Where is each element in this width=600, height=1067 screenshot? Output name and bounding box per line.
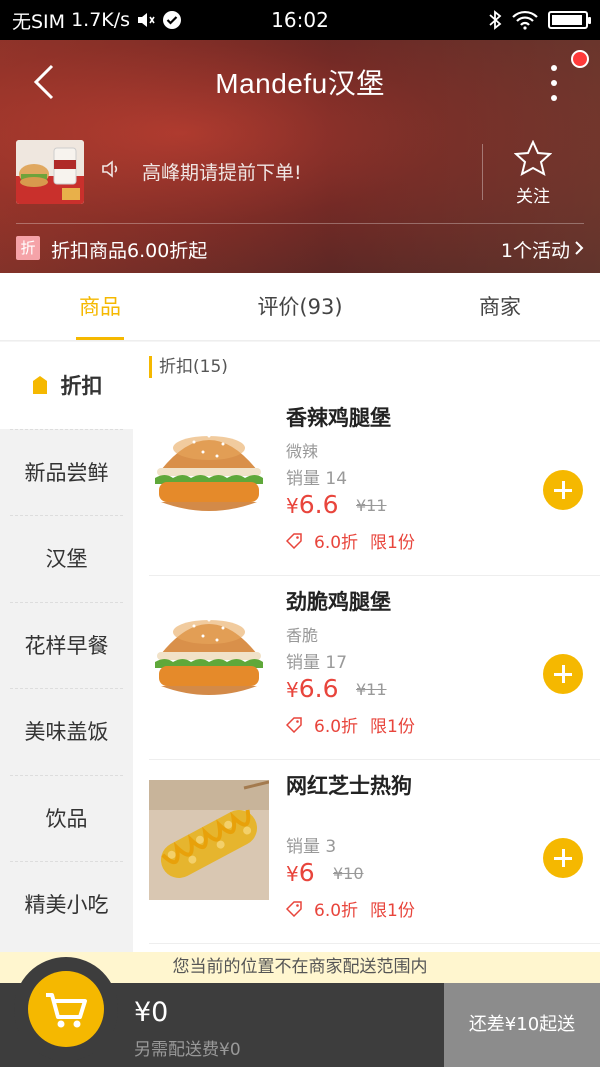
sidebar-item-label: 精美小吃	[24, 893, 109, 918]
store-notice: 高峰期请提前下单!	[142, 162, 302, 184]
product-discount: 6.0折	[314, 533, 359, 553]
product-original-price: ¥11	[356, 680, 387, 699]
product-image	[149, 412, 269, 532]
promo-text: 折扣商品6.00折起	[51, 240, 208, 262]
status-right	[488, 10, 591, 30]
tab-merchant[interactable]: 商家	[400, 273, 600, 340]
category-sidebar: 折扣 新品尝鲜 汉堡 花样早餐 美味盖饭 饮品 精美小吃	[0, 342, 133, 952]
sidebar-item-label: 折扣	[60, 374, 103, 399]
follow-button[interactable]: 关注	[500, 139, 566, 207]
sidebar-item-drinks[interactable]: 饮品	[0, 774, 133, 862]
store-info-row: 高峰期请提前下单! 关注	[0, 136, 600, 216]
category-header: 折扣(15)	[149, 356, 228, 378]
product-original-price: ¥11	[356, 496, 387, 515]
promo-row[interactable]: 折 折扣商品6.00折起 1个活动	[0, 232, 600, 266]
tag-icon	[32, 376, 47, 395]
product-price: ¥6	[286, 858, 315, 887]
product-tags: 6.0折 限1份	[286, 896, 415, 921]
carrier-label: 无SIM	[12, 10, 66, 33]
sidebar-item-breakfast[interactable]: 花样早餐	[0, 601, 133, 689]
product-subtitle: 微辣	[286, 442, 319, 461]
product-name: 劲脆鸡腿堡	[286, 590, 391, 614]
store-title: Mandefu汉堡	[215, 68, 385, 99]
tab-bar: 商品 评价(93) 商家	[0, 273, 600, 341]
sidebar-item-label: 饮品	[45, 806, 88, 831]
sidebar-item-rice[interactable]: 美味盖饭	[0, 688, 133, 775]
product-sales: 销量 3	[286, 837, 337, 857]
cart-bar: ¥0 另需配送费¥0 还差¥10起送	[0, 957, 600, 1067]
discount-badge: 折	[16, 236, 40, 260]
discount-tag-icon	[286, 532, 302, 549]
sidebar-item-label: 汉堡	[45, 547, 88, 572]
delivery-fee: 另需配送费¥0	[134, 1040, 241, 1060]
sidebar-item-burgers[interactable]: 汉堡	[0, 515, 133, 602]
product-subtitle: 香脆	[286, 626, 319, 645]
more-menu-icon[interactable]	[544, 60, 564, 106]
product-limit: 限1份	[370, 901, 415, 921]
star-icon	[513, 139, 553, 176]
product-discount: 6.0折	[314, 717, 359, 737]
nav-bar: Mandefu汉堡	[0, 40, 600, 124]
sidebar-item-new[interactable]: 新品尝鲜	[0, 428, 133, 516]
follow-label: 关注	[516, 187, 550, 207]
product-tags: 6.0折 限1份	[286, 712, 415, 737]
status-left: 无SIM 1.7K/s	[12, 7, 182, 34]
divider	[482, 144, 483, 200]
activity-link[interactable]: 1个活动	[501, 236, 570, 263]
wifi-icon	[512, 10, 538, 30]
sidebar-item-label: 花样早餐	[24, 633, 109, 658]
shopping-cart-icon	[46, 993, 87, 1028]
store-header: Mandefu汉堡 高峰期请提前下单! 关注 折 折扣商品6.00折起 1个活动	[0, 40, 600, 273]
product-item[interactable]: 劲脆鸡腿堡 香脆 销量 17 ¥6.6 ¥11 6.0折 限1份	[149, 576, 600, 760]
mute-icon	[138, 13, 155, 27]
bluetooth-icon	[489, 10, 502, 30]
discount-tag-icon	[286, 900, 302, 917]
notification-dot	[571, 50, 589, 68]
product-discount: 6.0折	[314, 901, 359, 921]
cart-icon-wrap	[28, 971, 104, 1047]
cart-total: ¥0	[134, 997, 169, 1028]
product-price: ¥6.6	[286, 674, 339, 703]
product-image	[149, 596, 269, 716]
status-bar: 无SIM 1.7K/s 16:02	[0, 0, 600, 40]
product-list: 折扣(15) 香辣鸡腿堡 微辣 销量 14 ¥6.6 ¥11 6.0折 限1份	[133, 342, 600, 952]
network-speed: 1.7K/s	[71, 9, 131, 31]
discount-tag-icon	[286, 716, 302, 733]
check-circle-icon	[163, 11, 182, 29]
sidebar-item-label: 新品尝鲜	[24, 460, 109, 485]
speaker-icon	[102, 160, 118, 178]
header-divider	[16, 223, 584, 224]
product-item[interactable]: 香辣鸡腿堡 微辣 销量 14 ¥6.6 ¥11 6.0折 限1份	[149, 392, 600, 576]
product-tags: 6.0折 限1份	[286, 528, 415, 553]
product-sales: 销量 17	[286, 653, 348, 673]
product-price: ¥6.6	[286, 490, 339, 519]
product-limit: 限1份	[370, 717, 415, 737]
product-name: 香辣鸡腿堡	[286, 406, 391, 430]
tab-reviews[interactable]: 评价(93)	[200, 273, 400, 340]
sidebar-item-label: 美味盖饭	[24, 720, 109, 745]
cart-button[interactable]	[14, 957, 118, 1061]
sidebar-item-discount[interactable]: 折扣	[0, 342, 133, 429]
product-name: 网红芝士热狗	[286, 774, 412, 798]
tab-products[interactable]: 商品	[0, 273, 200, 340]
product-image	[149, 780, 269, 900]
product-sales: 销量 14	[286, 469, 348, 489]
battery-icon	[548, 11, 591, 29]
add-to-cart-button[interactable]	[543, 838, 583, 878]
product-original-price: ¥10	[333, 864, 364, 883]
checkout-button[interactable]: 还差¥10起送	[444, 983, 600, 1067]
add-to-cart-button[interactable]	[543, 470, 583, 510]
chevron-right-icon	[575, 241, 584, 255]
product-item[interactable]: 网红芝士热狗 销量 3 ¥6 ¥10 6.0折 限1份	[149, 760, 600, 944]
product-limit: 限1份	[370, 533, 415, 553]
store-logo	[16, 140, 84, 204]
add-to-cart-button[interactable]	[543, 654, 583, 694]
sidebar-item-snacks[interactable]: 精美小吃	[0, 861, 133, 948]
